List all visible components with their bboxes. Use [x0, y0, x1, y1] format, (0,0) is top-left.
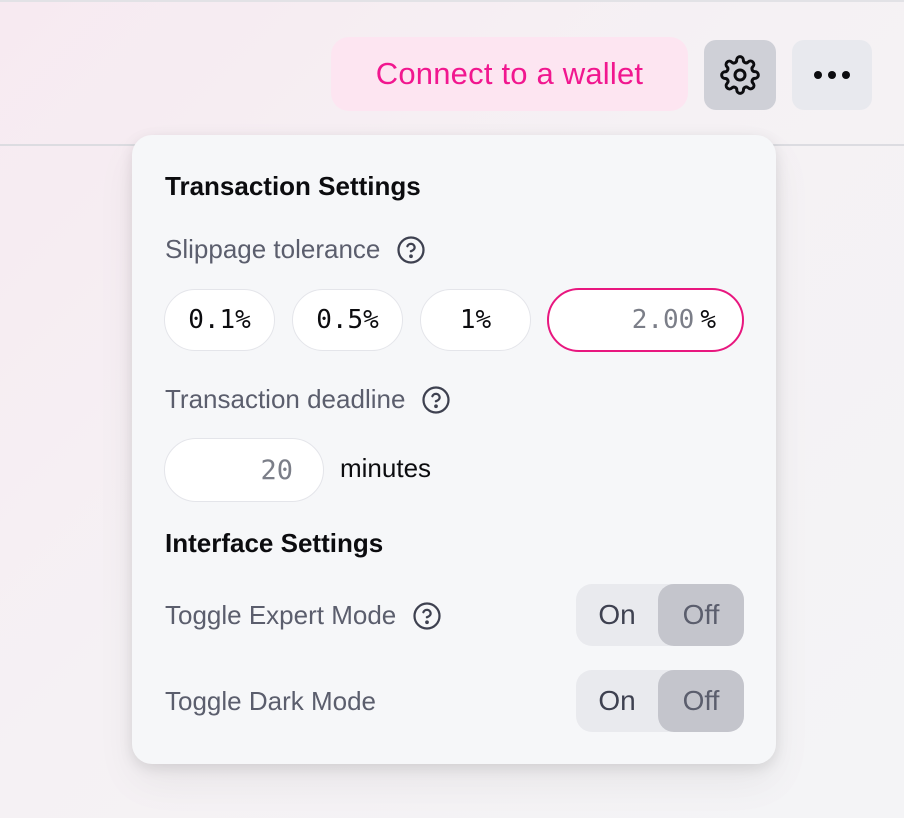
dark-mode-label: Toggle Dark Mode [165, 686, 376, 716]
interface-settings-title: Interface Settings [165, 528, 384, 558]
deadline-input[interactable]: 20 [164, 438, 324, 502]
settings-panel: Transaction Settings Slippage tolerance … [132, 135, 776, 764]
slippage-option-0-5[interactable]: 0.5% [292, 289, 403, 351]
slippage-label-row: Slippage tolerance [165, 234, 426, 265]
slippage-label: Slippage tolerance [165, 234, 381, 264]
gear-icon [720, 55, 760, 95]
slippage-option-1[interactable]: 1% [420, 289, 531, 351]
expert-mode-off[interactable]: Off [658, 584, 744, 646]
deadline-label-row: Transaction deadline [165, 384, 451, 415]
settings-button[interactable] [704, 40, 776, 110]
slippage-custom-value: 2.00 [631, 305, 695, 335]
connect-wallet-button[interactable]: Connect to a wallet [331, 37, 688, 111]
expert-mode-toggle[interactable]: On Off [576, 584, 744, 646]
top-border [0, 0, 904, 2]
deadline-label: Transaction deadline [165, 384, 406, 414]
expert-mode-label-row: Toggle Expert Mode [165, 600, 442, 631]
dark-mode-on[interactable]: On [576, 670, 658, 732]
slippage-custom-input[interactable]: 2.00 % [547, 288, 744, 352]
more-dots-icon [812, 70, 852, 80]
slippage-percent-sign: % [700, 305, 716, 335]
question-icon[interactable] [421, 385, 451, 415]
expert-mode-label: Toggle Expert Mode [165, 600, 397, 630]
more-options-button[interactable] [792, 40, 872, 110]
deadline-unit: minutes [340, 453, 432, 483]
dark-mode-toggle[interactable]: On Off [576, 670, 744, 732]
expert-mode-on[interactable]: On [576, 584, 658, 646]
slippage-option-0-1[interactable]: 0.1% [164, 289, 275, 351]
question-icon[interactable] [412, 601, 442, 631]
dark-mode-off[interactable]: Off [658, 670, 744, 732]
transaction-settings-title: Transaction Settings [165, 171, 421, 201]
question-icon[interactable] [396, 235, 426, 265]
